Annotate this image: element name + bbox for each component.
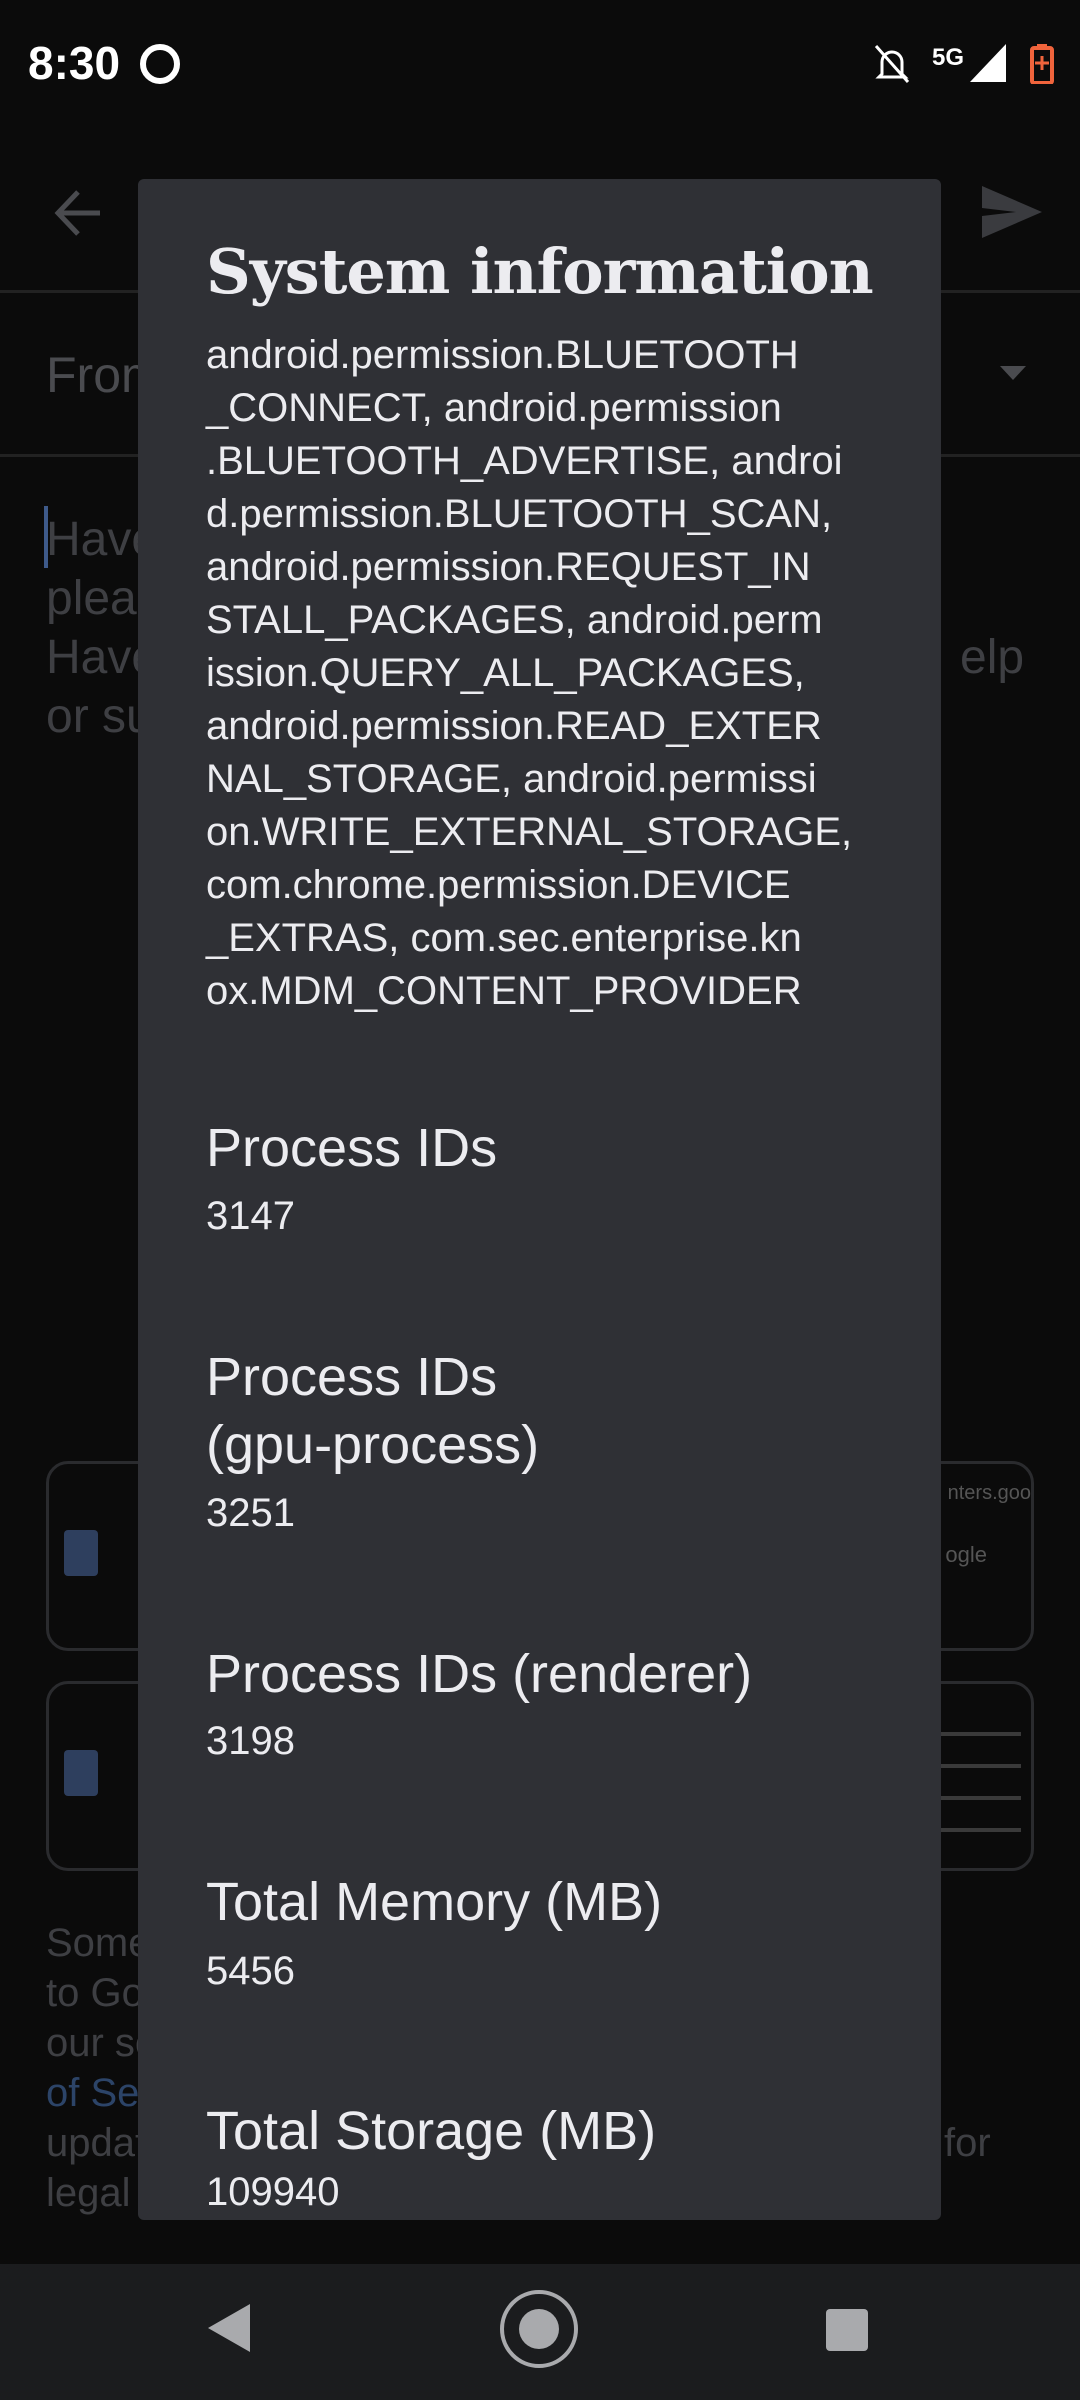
navigation-bar [0,2264,1080,2400]
permission-line: _EXTRAS, com.sec.enterprise.kn [206,916,802,960]
permission-line: .BLUETOOTH_ADVERTISE, androi [206,439,843,483]
back-arrow-icon[interactable] [54,190,102,236]
permission-line: ission.QUERY_ALL_PACKAGES, [206,651,805,695]
system-information-dialog[interactable]: System information android.permission.BL… [138,179,941,2220]
signal-icon [970,44,1006,82]
send-icon[interactable] [982,186,1042,238]
nav-recents-icon[interactable] [826,2309,868,2351]
info-value: 3147 [206,1194,295,1238]
body-fragment: elp [960,631,1025,684]
permission-line: android.permission.READ_EXTER [206,704,822,748]
status-time: 8:30 [28,37,121,89]
info-label: Total Memory (MB) [206,1872,663,1932]
status-bar: 8:30 5G [0,0,1080,120]
dialog-title: System information [206,235,874,308]
permission-line: on.WRITE_EXTERNAL_STORAGE, [206,810,853,854]
card-snippet: nters.goo [947,1482,1031,1504]
info-value: 3198 [206,1719,295,1763]
info-label: Process IDs [206,1118,498,1178]
bell-off-icon [874,45,910,83]
permission-line: STALL_PACKAGES, android.perm [206,598,823,642]
info-label: Process IDs (renderer) [206,1644,753,1704]
dropdown-arrow-icon[interactable] [1000,366,1026,380]
permissions-text: android.permission.BLUETOOTH _CONNECT, a… [206,329,926,1018]
info-value: 3251 [206,1491,295,1535]
info-value: 109940 [206,2170,340,2214]
info-label: Total Storage (MB) [206,2101,657,2161]
permission-line: android.permission.REQUEST_IN [206,545,811,589]
permission-line: _CONNECT, android.permission [206,386,782,430]
permission-line: ox.MDM_CONTENT_PROVIDER [206,969,802,1013]
battery-charging-icon [1030,44,1054,84]
network-type: 5G [932,44,965,71]
permission-line: d.permission.BLUETOOTH_SCAN, [206,492,833,536]
nav-home-icon[interactable] [500,2290,578,2368]
at-sign-icon [140,44,180,84]
card-snippet: ogle [945,1542,987,1567]
permission-line: NAL_STORAGE, android.permissi [206,757,817,801]
permission-line: android.permission.BLUETOOTH [206,333,799,377]
checkbox-logs[interactable] [64,1750,98,1796]
info-value: 5456 [206,1949,295,1993]
footer-fragment: for [944,2121,991,2165]
log-preview [941,1704,1021,1854]
info-label: Process IDs (gpu-process) [206,1347,540,1475]
nav-back-icon[interactable] [208,2304,250,2352]
checkbox-screenshot[interactable] [64,1530,98,1576]
permission-line: com.chrome.permission.DEVICE [206,863,791,907]
